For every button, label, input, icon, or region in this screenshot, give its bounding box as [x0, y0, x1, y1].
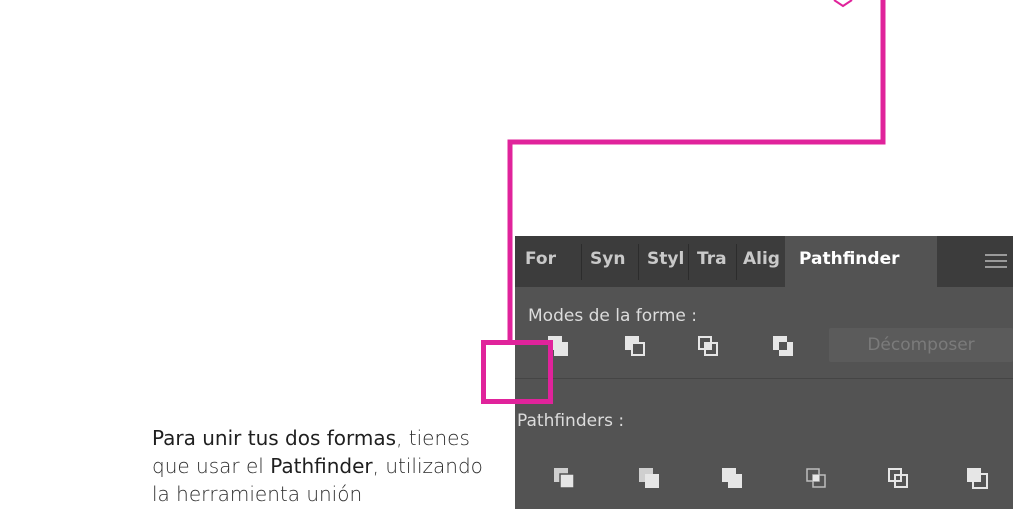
arrow-tip-icon [833, 0, 853, 8]
merge-icon [722, 468, 742, 488]
minus-back-icon [967, 468, 988, 489]
outline-button[interactable] [877, 458, 919, 498]
instruction-caption: Para unir tus dos formas, tienes que usa… [152, 424, 492, 508]
minus-back-button[interactable] [956, 458, 998, 498]
trim-icon [639, 468, 659, 488]
section-divider [515, 378, 1013, 379]
intersect-button[interactable] [687, 326, 729, 366]
caption-text-1: , tienes [396, 426, 470, 450]
caption-strong-2: Pathfinder [270, 454, 373, 478]
intersect-icon [698, 336, 718, 356]
panel-menu-icon[interactable] [985, 250, 1007, 272]
merge-button[interactable] [711, 458, 753, 498]
minus-front-button[interactable] [614, 326, 656, 366]
caption-text-2b: , utilizando [372, 454, 483, 478]
caption-text-3: la herramienta unión [152, 482, 363, 506]
tab-align[interactable]: Alig [737, 236, 785, 287]
tab-transform[interactable]: Tra [689, 236, 737, 287]
tab-symbols[interactable]: Syn [582, 236, 639, 287]
outline-icon [888, 468, 908, 488]
divide-button[interactable] [543, 458, 585, 498]
expand-button[interactable]: Décomposer [829, 328, 1013, 362]
crop-button[interactable] [795, 458, 837, 498]
tab-format[interactable]: For [515, 236, 582, 287]
minus-front-icon [625, 336, 645, 356]
crop-icon [806, 468, 826, 488]
pathfinders-label: Pathfinders : [517, 411, 625, 431]
pathfinder-panel: For Syn Styl Tra Alig Pathfinder Modes d… [515, 236, 1013, 509]
tab-styles[interactable]: Styl [639, 236, 689, 287]
panel-tabbar: For Syn Styl Tra Alig Pathfinder [515, 236, 1013, 287]
tab-pathfinder[interactable]: Pathfinder [785, 236, 937, 287]
caption-strong-1: Para unir tus dos formas [152, 426, 397, 450]
divide-icon [554, 468, 575, 489]
trim-button[interactable] [628, 458, 670, 498]
exclude-icon [773, 336, 793, 356]
unite-highlight-box [481, 340, 553, 404]
shape-modes-label: Modes de la forme : [528, 306, 698, 326]
caption-text-2a: que usar el [152, 454, 271, 478]
exclude-button[interactable] [762, 326, 804, 366]
